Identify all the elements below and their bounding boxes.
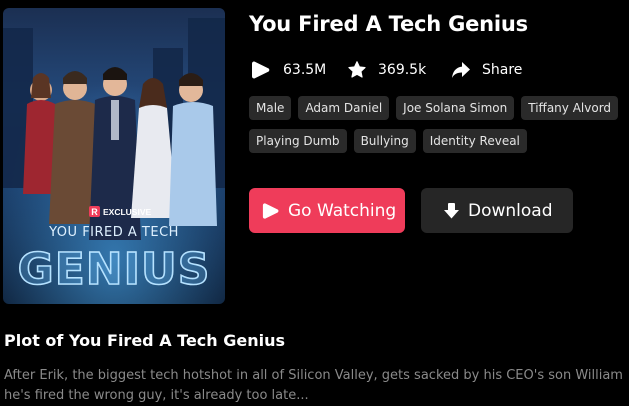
- plot-heading: Plot of You Fired A Tech Genius: [4, 331, 286, 350]
- plot-description: After Erik, the biggest tech hotshot in …: [4, 366, 624, 406]
- tag-tiffany-alvord[interactable]: Tiffany Alvord: [521, 96, 619, 120]
- poster-image[interactable]: R EXCLUSIVE YOU FIRED A TECH GENIUS GENI…: [3, 8, 225, 304]
- download-button[interactable]: Download: [421, 188, 573, 233]
- favorites-stat[interactable]: 369.5k: [347, 60, 451, 80]
- play-icon: [252, 61, 270, 79]
- share-button[interactable]: Share: [451, 61, 522, 79]
- tag-joe-solana-simon[interactable]: Joe Solana Simon: [396, 96, 515, 120]
- poster-headline-glow: GENIUS: [18, 244, 211, 295]
- tag-identity-reveal[interactable]: Identity Reveal: [422, 129, 527, 153]
- badge-label: EXCLUSIVE: [103, 207, 152, 217]
- play-icon: [262, 202, 279, 219]
- favorites-count: 369.5k: [378, 62, 427, 78]
- tag-bullying[interactable]: Bullying: [353, 129, 416, 153]
- go-watching-button[interactable]: Go Watching: [249, 188, 405, 233]
- share-arrow-icon: [452, 62, 470, 78]
- download-label: Download: [468, 200, 553, 221]
- tag-playing-dumb[interactable]: Playing Dumb: [249, 129, 347, 153]
- badge-mark: R: [91, 207, 98, 217]
- plays-stat: 63.5M: [251, 60, 347, 80]
- tag-male[interactable]: Male: [249, 96, 292, 120]
- tag-list-row1: Male Adam Daniel Joe Solana Simon Tiffan…: [249, 96, 625, 120]
- tag-list-row2: Playing Dumb Bullying Identity Reveal: [249, 129, 534, 153]
- star-icon: [348, 61, 366, 78]
- plays-count: 63.5M: [283, 62, 327, 78]
- poster-artwork: R EXCLUSIVE YOU FIRED A TECH GENIUS GENI…: [3, 8, 225, 304]
- go-watching-label: Go Watching: [288, 200, 397, 221]
- exclusive-badge: R EXCLUSIVE: [89, 206, 152, 217]
- stats-row: 63.5M 369.5k Share: [251, 59, 522, 81]
- plot-line-1: After Erik, the biggest tech hotshot in …: [4, 368, 624, 383]
- drama-title: You Fired A Tech Genius: [249, 12, 528, 36]
- download-arrow-icon: [444, 202, 459, 218]
- plot-line-2: he's fired the wrong guy, it's already t…: [4, 388, 309, 403]
- share-label: Share: [482, 62, 523, 78]
- poster-subtitle: YOU FIRED A TECH: [48, 225, 179, 240]
- tag-adam-daniel[interactable]: Adam Daniel: [298, 96, 390, 120]
